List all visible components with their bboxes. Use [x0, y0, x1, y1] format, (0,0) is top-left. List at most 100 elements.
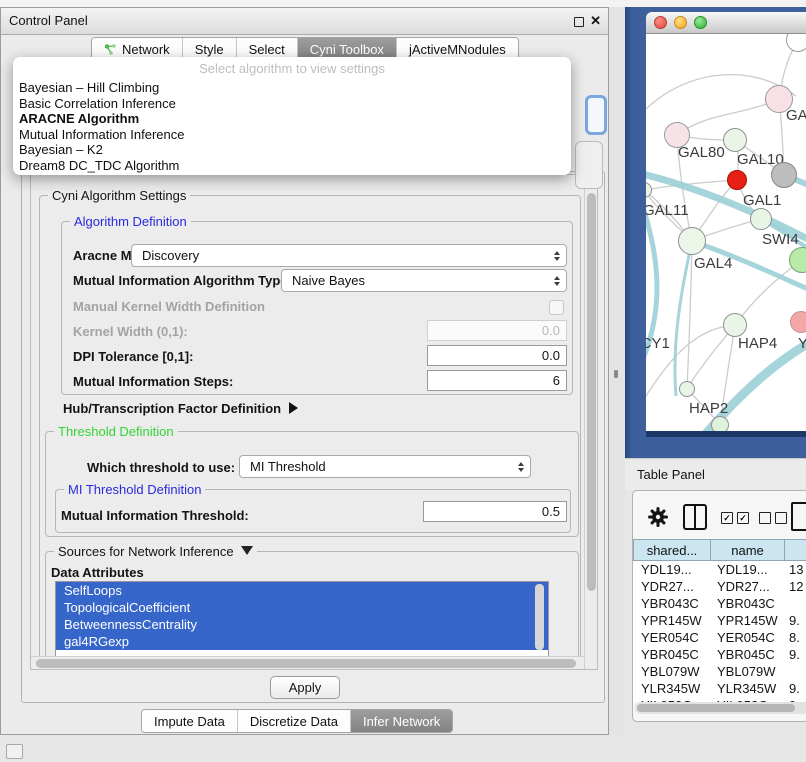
- table-cell: YBR043C: [717, 595, 775, 612]
- algorithm-option-basic-correlation-inference[interactable]: Basic Correlation Inference: [13, 96, 571, 112]
- table-row[interactable]: YBR045CYBR045C9.: [633, 646, 806, 663]
- node-label-gal4: GAL4: [694, 255, 732, 272]
- horizontal-scrollbar-thumb[interactable]: [36, 659, 576, 668]
- table-horizontal-scrollbar[interactable]: [635, 702, 806, 714]
- manual-kernel-checkbox[interactable]: [549, 300, 564, 315]
- algorithm-option-aracne-algorithm[interactable]: ARACNE Algorithm: [13, 111, 571, 127]
- hub-definition-toggle[interactable]: Hub/Transcription Factor Definition: [63, 401, 298, 416]
- table-row[interactable]: YER054CYER054C8.: [633, 629, 806, 646]
- document-icon[interactable]: [791, 502, 806, 531]
- table-panel: shared... name YDL19...YDL19...13YDR27..…: [632, 490, 806, 722]
- network-node[interactable]: [727, 170, 747, 190]
- network-node-gal1[interactable]: [750, 208, 772, 230]
- node-label-hap2: HAP2: [689, 400, 728, 417]
- hub-definition-label: Hub/Transcription Factor Definition: [63, 401, 281, 416]
- mutual-info-threshold-input[interactable]: 0.5: [423, 501, 567, 522]
- kernel-width-label: Kernel Width (0,1):: [73, 324, 188, 339]
- table-row[interactable]: YPR145WYPR145W9.: [633, 612, 806, 629]
- network-view-window[interactable]: GALGAL80GAL10GAL1GAL11GAL4SWI4GCY1HAP4YH…: [646, 12, 806, 437]
- network-node-gal4[interactable]: [678, 227, 706, 255]
- table-cell: YER054C: [641, 629, 699, 646]
- table-row[interactable]: YBL079WYBL079W: [633, 663, 806, 680]
- vertical-scrollbar-thumb[interactable]: [587, 193, 596, 591]
- algorithm-popup-list: Bayesian – Hill ClimbingBasic Correlatio…: [13, 80, 571, 173]
- mi-steps-label: Mutual Information Steps:: [73, 374, 233, 389]
- data-attributes-list[interactable]: SelfLoopsTopologicalCoefficientBetweenne…: [55, 581, 549, 657]
- zoom-traffic-light-icon[interactable]: [694, 16, 707, 29]
- close-traffic-light-icon[interactable]: [654, 16, 667, 29]
- network-graph-view[interactable]: GALGAL80GAL10GAL1GAL11GAL4SWI4GCY1HAP4YH…: [646, 34, 806, 431]
- algorithm-option-bayesian-k2[interactable]: Bayesian – K2: [13, 142, 571, 158]
- mi-steps-input[interactable]: 6: [427, 370, 567, 391]
- attr-item-selfloops[interactable]: SelfLoops: [56, 582, 548, 599]
- which-threshold-value: MI Threshold: [250, 459, 326, 474]
- which-threshold-select[interactable]: MI Threshold: [239, 455, 531, 478]
- network-node-gal10[interactable]: [723, 128, 747, 152]
- table-body[interactable]: YDL19...YDL19...13YDR27...YDR27...12YBR0…: [633, 561, 806, 702]
- table-row[interactable]: YDR27...YDR27...12: [633, 578, 806, 595]
- table-row[interactable]: YLR345WYLR345W9.: [633, 680, 806, 697]
- table-cell: YDR27...: [717, 578, 770, 595]
- stepper-arrows-icon: [518, 462, 524, 472]
- infer-network-tab-content: Cyni Algorithm Settings Algorithm Defini…: [21, 171, 605, 703]
- apply-button[interactable]: Apply: [270, 676, 340, 699]
- tab-impute-data[interactable]: Impute Data: [142, 710, 238, 732]
- tab-label: jActiveMNodules: [409, 42, 506, 57]
- data-attributes-label: Data Attributes: [51, 565, 144, 580]
- float-window-icon[interactable]: [574, 17, 584, 27]
- tab-infer-network[interactable]: Infer Network: [351, 710, 452, 732]
- attr-item-betweennesscentrality[interactable]: BetweennessCentrality: [56, 616, 548, 633]
- checked-checkbox-icon[interactable]: [737, 512, 749, 524]
- attr-item-topologicalcoefficient[interactable]: TopologicalCoefficient: [56, 599, 548, 616]
- minimize-traffic-light-icon[interactable]: [674, 16, 687, 29]
- column-header-extra[interactable]: [784, 539, 806, 561]
- tab-label: Network: [122, 42, 170, 57]
- network-node-hap2[interactable]: [679, 381, 695, 397]
- network-node-y[interactable]: [790, 311, 806, 333]
- network-node[interactable]: [771, 162, 797, 188]
- network-node-hap4[interactable]: [723, 313, 747, 337]
- close-icon[interactable]: [590, 8, 601, 34]
- dock-panel-button[interactable]: [6, 744, 23, 759]
- algorithm-option-bayesian-hill-climbing[interactable]: Bayesian – Hill Climbing: [13, 80, 571, 96]
- algorithm-option-dream8-dc-tdc-algorithm[interactable]: Dream8 DC_TDC Algorithm: [13, 158, 571, 174]
- splitter-handle-icon[interactable]: [614, 370, 618, 378]
- network-window-titlebar[interactable]: [646, 12, 806, 34]
- table-scrollbar-thumb[interactable]: [637, 704, 795, 712]
- unchecked-checkbox-icon[interactable]: [775, 512, 787, 524]
- table-row[interactable]: YDL19...YDL19...13: [633, 561, 806, 578]
- gear-icon[interactable]: [647, 506, 669, 531]
- bottom-tab-bar: Impute DataDiscretize DataInfer Network: [141, 709, 453, 733]
- kernel-width-input[interactable]: 0.0: [427, 320, 567, 341]
- attr-list-scrollbar[interactable]: [535, 584, 544, 650]
- panel-splitter-gutter[interactable]: [609, 7, 625, 735]
- horizontal-scrollbar[interactable]: [31, 656, 584, 670]
- column-header-shared[interactable]: shared...: [633, 539, 711, 561]
- vertical-scrollbar[interactable]: [584, 175, 598, 669]
- column-header-name[interactable]: name: [710, 539, 785, 561]
- algorithm-popup-placeholder: Select algorithm to view settings: [13, 57, 571, 76]
- table-row[interactable]: YBR043CYBR043C: [633, 595, 806, 612]
- checked-checkbox-icon[interactable]: [721, 512, 733, 524]
- aracne-mode-select[interactable]: Discovery: [131, 244, 567, 267]
- dpi-tolerance-input[interactable]: 0.0: [427, 345, 567, 366]
- network-node[interactable]: [711, 416, 729, 431]
- node-label-gal1: GAL1: [743, 192, 781, 209]
- column-layout-icon[interactable]: [683, 504, 707, 530]
- tab-label: Cyni Toolbox: [310, 42, 384, 57]
- mi-algorithm-type-select[interactable]: Naive Bayes: [281, 269, 567, 292]
- settings-scroll-area: Cyni Algorithm Settings Algorithm Defini…: [30, 174, 598, 670]
- node-label-gal: GAL: [786, 107, 806, 124]
- table-cell: YDR27...: [641, 578, 694, 595]
- unchecked-checkbox-icon[interactable]: [759, 512, 771, 524]
- table-panel-title: Table Panel: [637, 459, 705, 491]
- tab-discretize-data[interactable]: Discretize Data: [238, 710, 351, 732]
- algorithm-popup: Select algorithm to view settings Bayesi…: [13, 57, 571, 175]
- attr-item-gal4rgexp[interactable]: gal4RGexp: [56, 633, 548, 650]
- sources-toggle[interactable]: Sources for Network Inference: [54, 544, 257, 559]
- algorithm-option-mutual-information-inference[interactable]: Mutual Information Inference: [13, 127, 571, 143]
- combo-fragment: [575, 141, 603, 189]
- table-cell: YBL079W: [717, 663, 776, 680]
- mi-threshold-definition-title: MI Threshold Definition: [64, 482, 205, 497]
- control-panel-title: Control Panel: [9, 8, 88, 34]
